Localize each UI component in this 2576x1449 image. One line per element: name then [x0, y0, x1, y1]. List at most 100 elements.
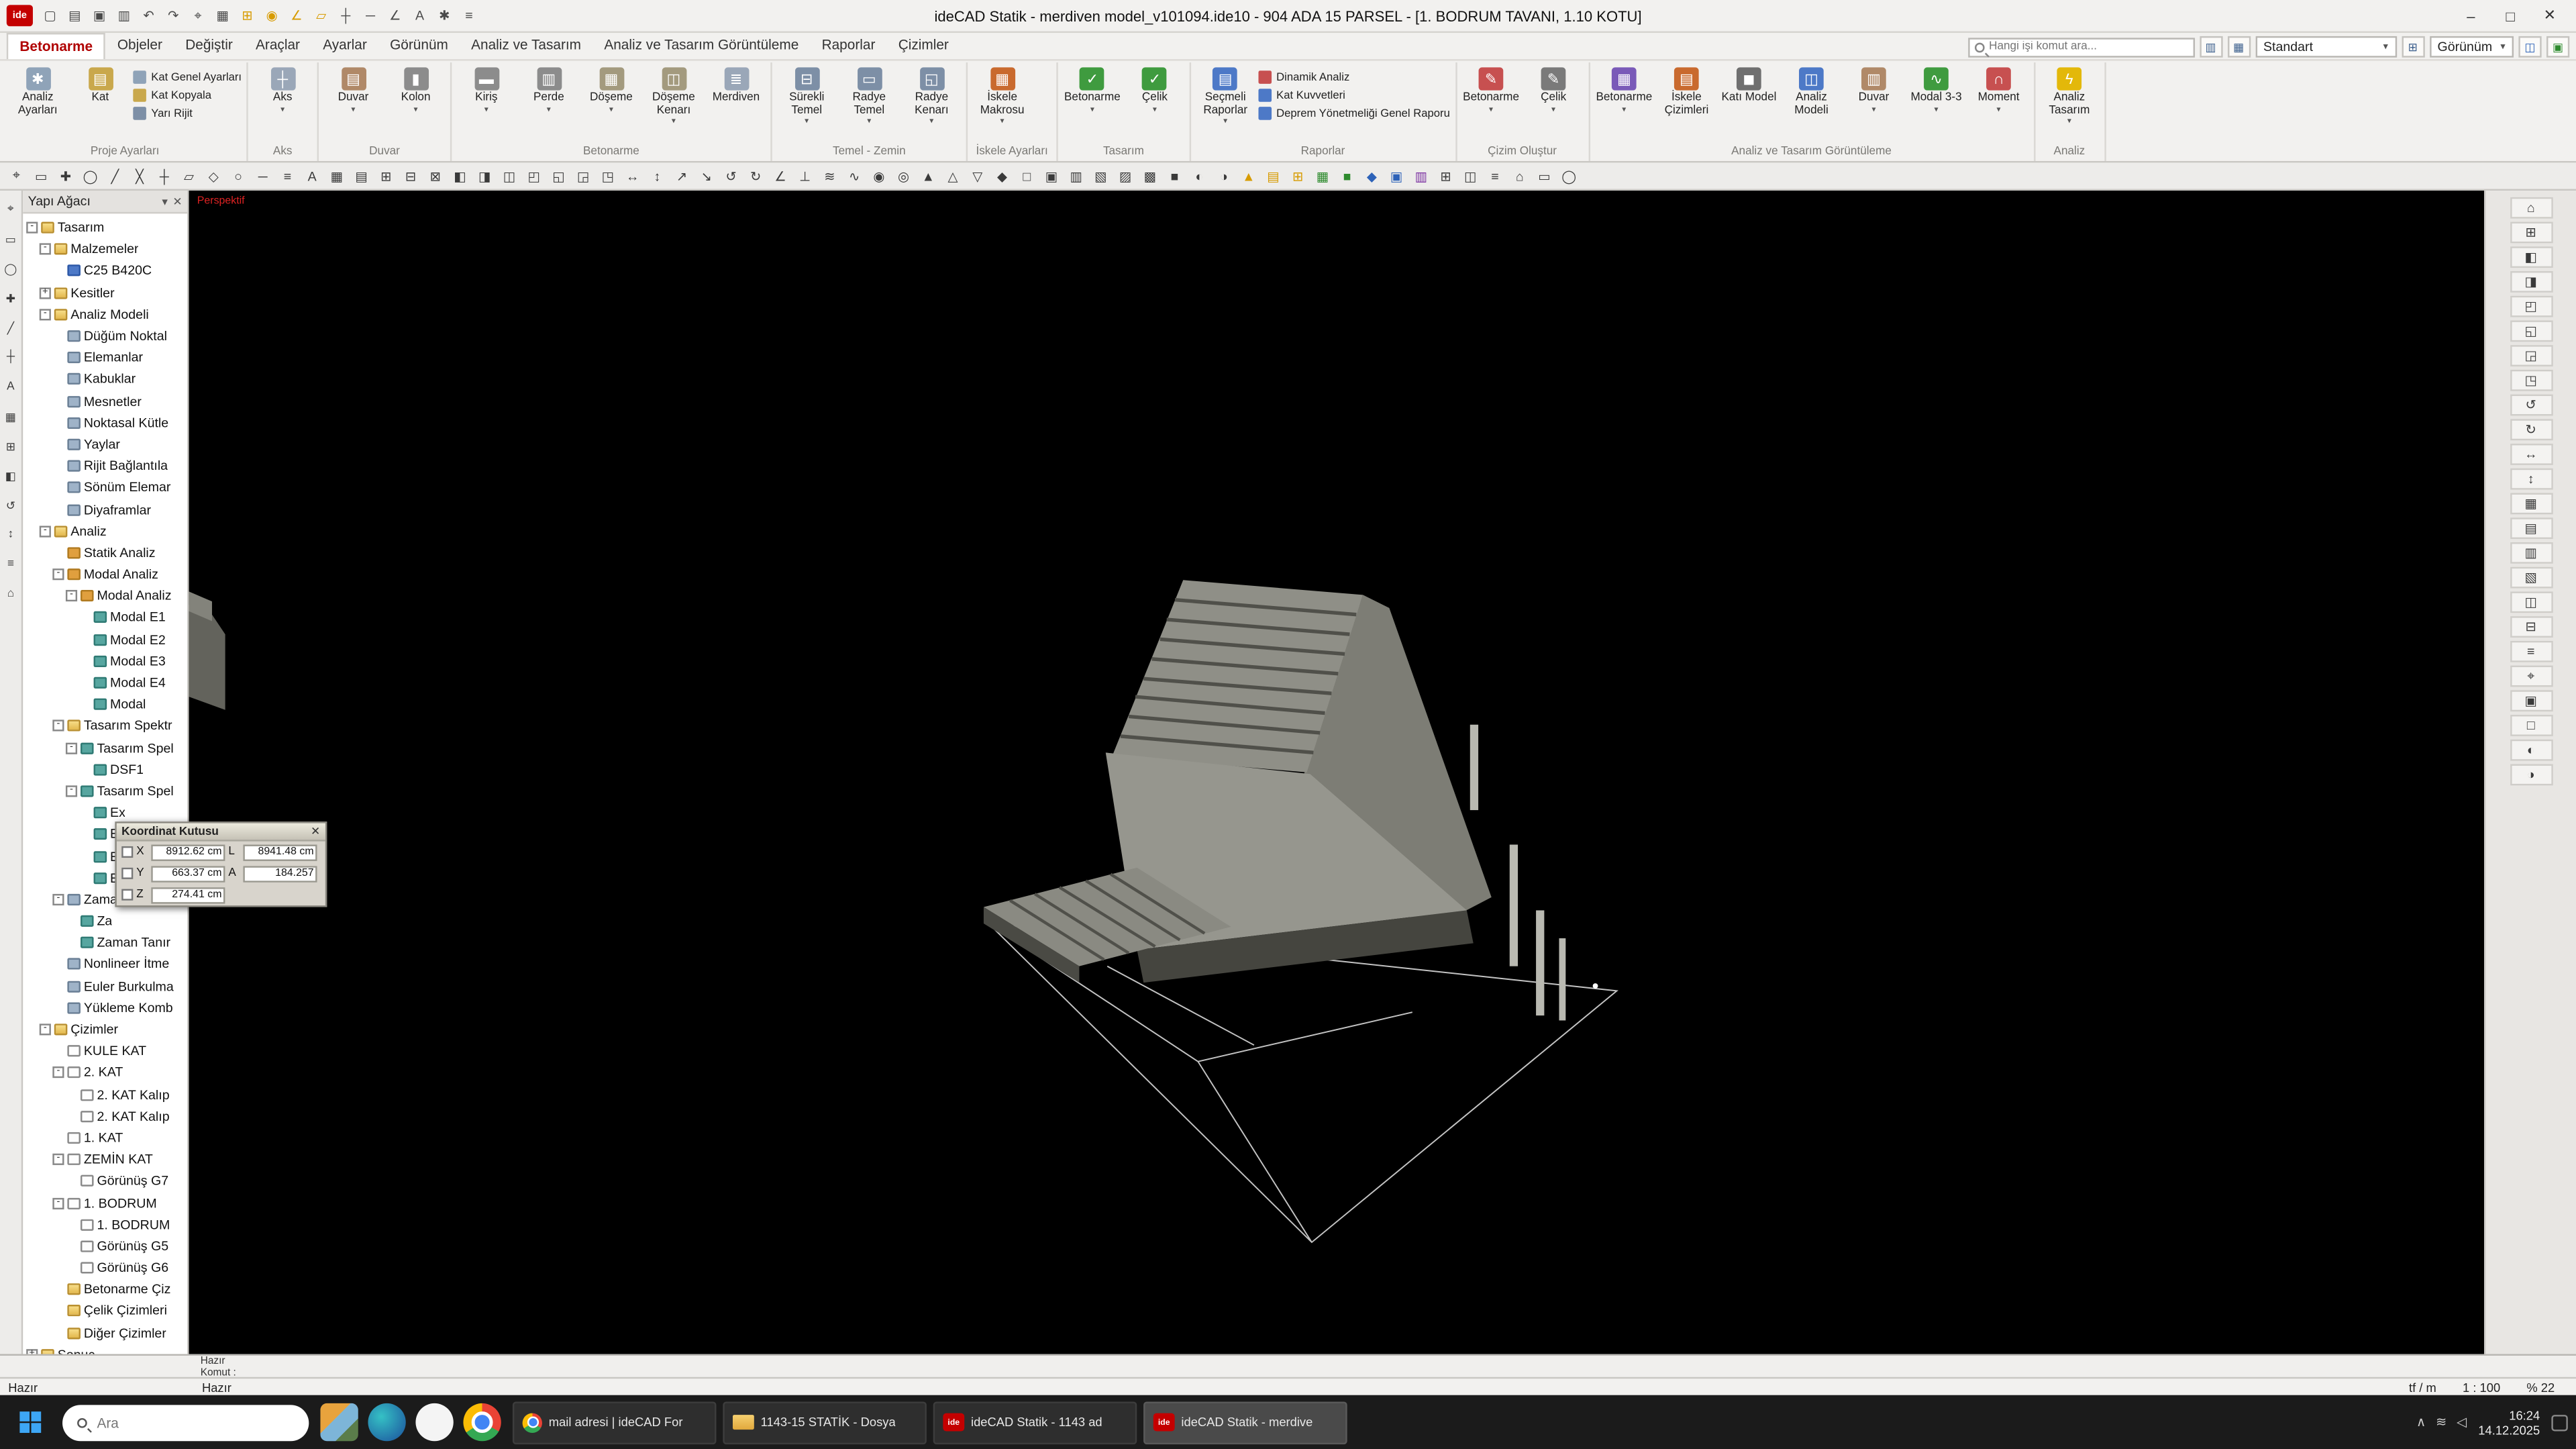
tool-icon-60[interactable]: ◫ [1459, 164, 1482, 187]
ribbon-tab-10[interactable]: Çizimler [887, 33, 960, 59]
tool-icon-54[interactable]: ▦ [1311, 164, 1334, 187]
tool-icon-48[interactable]: ■ [1163, 164, 1186, 187]
pin-icon[interactable]: ▾ [162, 195, 168, 208]
tree-item[interactable]: Kabuklar [23, 368, 187, 390]
tool-icon-27[interactable]: ↕ [646, 164, 668, 187]
ribbon-button[interactable]: ∿Modal 3-3▾ [1907, 64, 1966, 144]
collapse-icon[interactable]: - [40, 309, 51, 320]
tree-item[interactable]: 1. BODRUM [23, 1213, 187, 1235]
ribbon-button[interactable]: ▤İskele Çizimleri [1657, 64, 1716, 144]
tool-icon-23[interactable]: ◱ [547, 164, 570, 187]
tool-icon-4[interactable]: ◯ [79, 164, 102, 187]
angle-icon[interactable]: ∠ [382, 4, 407, 27]
tree-item[interactable]: Görünüş G5 [23, 1236, 187, 1257]
collapse-icon[interactable]: - [66, 742, 77, 754]
tree-item[interactable]: 2. KAT Kalıp [23, 1084, 187, 1105]
ribbon-tab-4[interactable]: Araçlar [244, 33, 311, 59]
y-value-input[interactable] [151, 865, 225, 881]
layers-icon[interactable]: ▦ [210, 4, 235, 27]
ribbon-button[interactable]: ∩Moment▾ [1969, 64, 2028, 144]
tree-item[interactable]: Zaman Tanır [23, 932, 187, 954]
collapse-icon[interactable]: - [52, 1197, 64, 1209]
collapse-icon[interactable]: - [40, 244, 51, 255]
tray-expand-icon[interactable]: ∧ [2416, 1415, 2426, 1430]
left-tool-icon-10[interactable]: ◧ [1, 466, 19, 485]
view-tool-icon-22[interactable]: □ [2510, 715, 2553, 736]
left-tool-icon-14[interactable]: ⌂ [1, 585, 19, 603]
tool-icon-16[interactable]: ⊞ [374, 164, 397, 187]
ribbon-button[interactable]: ▮Kolon▾ [386, 64, 445, 144]
collapse-icon[interactable]: - [52, 720, 64, 732]
text-style-icon[interactable]: A [407, 4, 432, 27]
taskbar-button-4[interactable]: ideideCAD Statik - merdive [1143, 1401, 1347, 1444]
tool-icon-50[interactable]: ◑ [1213, 164, 1235, 187]
tree-item[interactable]: Yaylar [23, 434, 187, 455]
left-tool-icon-9[interactable]: ⊞ [1, 437, 19, 455]
left-tool-icon-7[interactable]: A [1, 378, 19, 396]
ribbon-small-item[interactable]: Kat Genel Ayarları [133, 70, 242, 84]
tool-icon-29[interactable]: ↘ [695, 164, 718, 187]
tool-icon-25[interactable]: ◳ [597, 164, 619, 187]
tool-icon-53[interactable]: ⊞ [1286, 164, 1309, 187]
tool-icon-24[interactable]: ◲ [572, 164, 595, 187]
ribbon-button[interactable]: ✎Betonarme▾ [1461, 64, 1521, 144]
view-tool-icon-10[interactable]: ↻ [2510, 419, 2553, 440]
ribbon-button[interactable]: ◼Katı Model [1719, 64, 1778, 144]
left-tool-icon-2[interactable]: ▭ [1, 230, 19, 248]
tree-item[interactable]: +Sonuç [23, 1344, 187, 1354]
settings-icon[interactable]: ✱ [432, 4, 457, 27]
collapse-icon[interactable]: - [66, 785, 77, 797]
tool-icon-28[interactable]: ↗ [670, 164, 693, 187]
tool-icon-40[interactable]: ▽ [966, 164, 989, 187]
ribbon-button[interactable]: ▦Döşeme▾ [582, 64, 641, 144]
expand-icon[interactable]: + [40, 287, 51, 299]
ribbon-tab-1[interactable]: Betonarme [7, 33, 106, 59]
tree-item[interactable]: 1. KAT [23, 1127, 187, 1148]
tool-icon-39[interactable]: △ [941, 164, 964, 187]
ribbon-tab-2[interactable]: Objeler [106, 33, 174, 59]
tool-icon-55[interactable]: ■ [1336, 164, 1359, 187]
undo-icon[interactable]: ↶ [136, 4, 161, 27]
collapse-icon[interactable]: - [52, 568, 64, 580]
tree-item[interactable]: -2. KAT [23, 1062, 187, 1083]
left-tool-icon-4[interactable]: ✚ [1, 289, 19, 307]
tool-icon-30[interactable]: ↺ [719, 164, 742, 187]
tool-icon-37[interactable]: ◎ [892, 164, 915, 187]
more-icon[interactable]: ≡ [457, 4, 482, 27]
tool-icon-17[interactable]: ⊟ [399, 164, 422, 187]
tree-item[interactable]: Diyaframlar [23, 499, 187, 520]
ribbon-button[interactable]: ▤Kat [70, 64, 130, 144]
tool-icon-34[interactable]: ≋ [818, 164, 841, 187]
tree-item[interactable]: Görünüş G7 [23, 1170, 187, 1192]
ribbon-tab-8[interactable]: Analiz ve Tasarım Görüntüleme [593, 33, 810, 59]
tree-item[interactable]: Ex [23, 802, 187, 823]
display-settings-icon[interactable]: ◫ [2518, 36, 2541, 58]
ribbon-button[interactable]: ◫Döşeme Kenarı▾ [644, 64, 703, 144]
unit-indicator[interactable]: tf / m [2409, 1379, 2436, 1394]
tool-icon-36[interactable]: ◉ [868, 164, 890, 187]
tool-icon-32[interactable]: ∠ [769, 164, 792, 187]
view-tool-icon-13[interactable]: ▦ [2510, 493, 2553, 515]
ribbon-small-item[interactable]: Kat Kopyala [133, 89, 242, 102]
ribbon-button[interactable]: ϟAnaliz Tasarım▾ [2040, 64, 2099, 144]
minimize-button[interactable]: – [2451, 1, 2491, 30]
pinned-app-icon-2[interactable] [415, 1403, 453, 1441]
ribbon-tab-7[interactable]: Analiz ve Tasarım [460, 33, 593, 59]
tool-icon-33[interactable]: ⊥ [794, 164, 817, 187]
view-tool-icon-15[interactable]: ▥ [2510, 542, 2553, 564]
maximize-button[interactable]: □ [2491, 1, 2530, 30]
monitor-icon[interactable]: ▣ [2546, 36, 2569, 58]
tool-icon-35[interactable]: ∿ [843, 164, 866, 187]
coordinate-box-title-bar[interactable]: Koordinat Kutusu ✕ [117, 823, 325, 842]
view-tool-icon-12[interactable]: ↕ [2510, 468, 2553, 490]
tool-icon-42[interactable]: □ [1015, 164, 1038, 187]
ribbon-small-item[interactable]: Yarı Rijit [133, 107, 242, 120]
new-file-icon[interactable]: ▢ [38, 4, 62, 27]
ortho-icon[interactable]: ∠ [285, 4, 309, 27]
save-icon[interactable]: ▣ [87, 4, 112, 27]
tool-icon-38[interactable]: ▲ [917, 164, 939, 187]
left-tool-icon-3[interactable]: ◯ [1, 260, 19, 278]
view-tool-icon-5[interactable]: ◰ [2510, 296, 2553, 317]
left-tool-icon-13[interactable]: ≡ [1, 556, 19, 574]
tool-icon-31[interactable]: ↻ [744, 164, 767, 187]
